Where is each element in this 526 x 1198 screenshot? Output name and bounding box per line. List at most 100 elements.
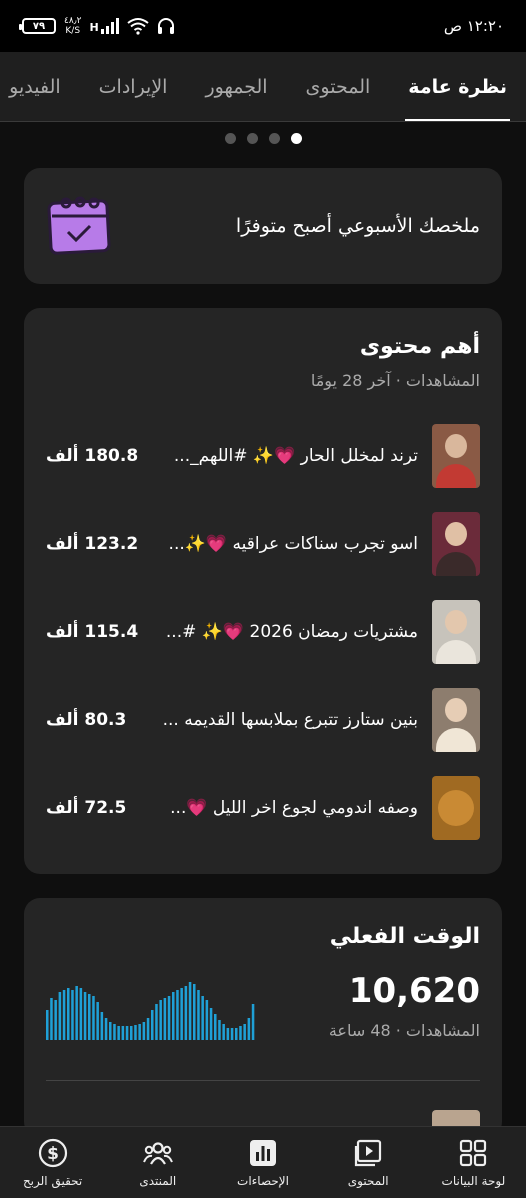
realtime-bar [188,982,192,1040]
bottom-navigation: لوحة البيانات المحتوى الإحصاءات المنتدى [0,1126,526,1198]
video-views: 80.3 ألف [46,710,127,730]
tab-videos[interactable]: الفيديو [0,52,80,121]
network-type: H [89,21,99,34]
pager-dot[interactable] [268,133,280,144]
wifi-icon [127,18,149,35]
nav-label: تحقيق الربح [22,1173,83,1188]
video-title: وصفه اندومي لجوع اخر الليل 💗... [170,798,418,818]
nav-analytics[interactable]: الإحصاءات [210,1127,315,1198]
realtime-bar [138,1024,141,1040]
nav-label: المحتوى [347,1173,389,1188]
realtime-bar [46,1010,49,1040]
analytics-icon [250,1139,276,1166]
realtime-bar [58,992,62,1040]
tab-overview[interactable]: نظرة عامة [389,52,526,121]
realtime-bar [67,988,70,1040]
realtime-bar [134,1025,137,1040]
tab-audience[interactable]: الجمهور [186,52,286,121]
video-views: 72.5 ألف [46,798,127,818]
top-content-card: أهم محتوى المشاهدات · آخر 28 يومًا ترند … [24,308,502,874]
video-row[interactable]: وصفه اندومي لجوع اخر الليل 💗... 72.5 ألف [46,764,480,852]
realtime-bar [71,990,74,1040]
tab-content[interactable]: المحتوى [287,52,390,121]
dollar-icon: $ [38,1138,67,1167]
realtime-title: الوقت الفعلي [329,924,480,949]
realtime-bar [88,994,91,1040]
nav-community[interactable]: المنتدى [105,1127,210,1198]
net-speed-unit: K/S [65,26,81,36]
top-content-subtitle: المشاهدات · آخر 28 يومًا [310,371,480,390]
nav-content[interactable]: المحتوى [316,1127,421,1198]
realtime-bar [50,998,53,1040]
realtime-bar [218,1020,221,1040]
realtime-bar [146,1018,150,1040]
realtime-bar [239,1026,242,1040]
realtime-bar [83,992,87,1040]
realtime-bar [142,1022,146,1040]
realtime-bar [79,988,83,1040]
nav-earn[interactable]: $ تحقيق الربح [0,1127,105,1198]
video-views: 180.8 ألف [46,446,139,466]
video-thumbnail [432,776,480,840]
video-row[interactable]: مشتريات رمضان 2026 💗✨ #... 115.4 ألف [46,588,480,676]
video-row[interactable]: بنين ستارز تتبرع بملابسها القديمه ... 80… [46,676,480,764]
video-thumbnail [432,688,480,752]
realtime-bar [243,1024,246,1040]
realtime-bar [130,1026,133,1040]
svg-text:$: $ [47,1144,59,1164]
realtime-bar [184,986,188,1040]
realtime-subtitle: المشاهدات · 48 ساعة [328,1021,480,1040]
content-icon [355,1139,382,1166]
weekly-summary-card[interactable]: ملخصك الأسبوعي أصبح متوفرًا [24,168,502,284]
status-indicators: ٧٩ ٤٨٫٢ K/S H [19,16,175,36]
realtime-bar [121,1026,125,1040]
signal-icon: H [89,18,119,34]
carousel-pager [0,133,526,144]
video-title: مشتريات رمضان 2026 💗✨ #... [165,622,418,642]
video-thumbnail [432,424,480,488]
video-views: 123.2 ألف [46,534,139,554]
realtime-bar [167,996,171,1040]
pager-dot-active[interactable] [290,133,302,144]
pager-dot[interactable] [224,133,236,144]
realtime-bar [113,1024,116,1040]
realtime-bar [230,1028,234,1040]
realtime-bar [201,996,204,1040]
clock: ١٢:٢٠ ص [443,17,504,35]
video-row[interactable]: اسو تجرب سناكات عراقيه 💗✨... 123.2 ألف [46,500,480,588]
realtime-bar [125,1026,129,1040]
net-speed-value: ٤٨٫٢ [64,16,82,26]
realtime-bar [92,996,95,1040]
video-thumbnail [432,512,480,576]
tab-revenue[interactable]: الإيرادات [80,52,187,121]
video-title: اسو تجرب سناكات عراقيه 💗✨... [168,534,418,554]
calendar-check-icon [47,196,111,255]
realtime-bar [104,1018,108,1040]
video-views: 115.4 ألف [46,622,139,642]
realtime-bar [226,1028,230,1040]
realtime-bar [172,992,175,1040]
realtime-bar [222,1024,225,1040]
weekly-summary-text: ملخصك الأسبوعي أصبح متوفرًا [235,215,480,237]
pager-dot[interactable] [246,133,258,144]
nav-label: الإحصاءات [237,1173,289,1188]
video-title: ترند لمخلل الحار 💗✨ #اللهم_... [173,446,418,466]
video-row[interactable]: ترند لمخلل الحار 💗✨ #اللهم_... 180.8 ألف [46,412,480,500]
realtime-bar [209,1008,213,1040]
nav-label: المنتدى [139,1173,177,1188]
realtime-bar [96,1002,99,1040]
net-speed: ٤٨٫٢ K/S [64,16,81,36]
video-thumbnail [432,600,480,664]
dashboard-icon [460,1139,487,1166]
realtime-card: الوقت الفعلي 10,620 المشاهدات · 48 ساعة [24,898,502,1138]
realtime-bar [100,1012,104,1040]
video-title: بنين ستارز تتبرع بملابسها القديمه ... [162,710,418,730]
realtime-bar [155,1004,158,1040]
realtime-bar [247,1018,251,1040]
nav-dashboard[interactable]: لوحة البيانات [421,1127,526,1198]
divider [46,1080,480,1081]
realtime-bar [62,990,66,1040]
realtime-bar [180,988,183,1040]
realtime-bar [117,1026,120,1040]
realtime-bar [109,1022,112,1040]
